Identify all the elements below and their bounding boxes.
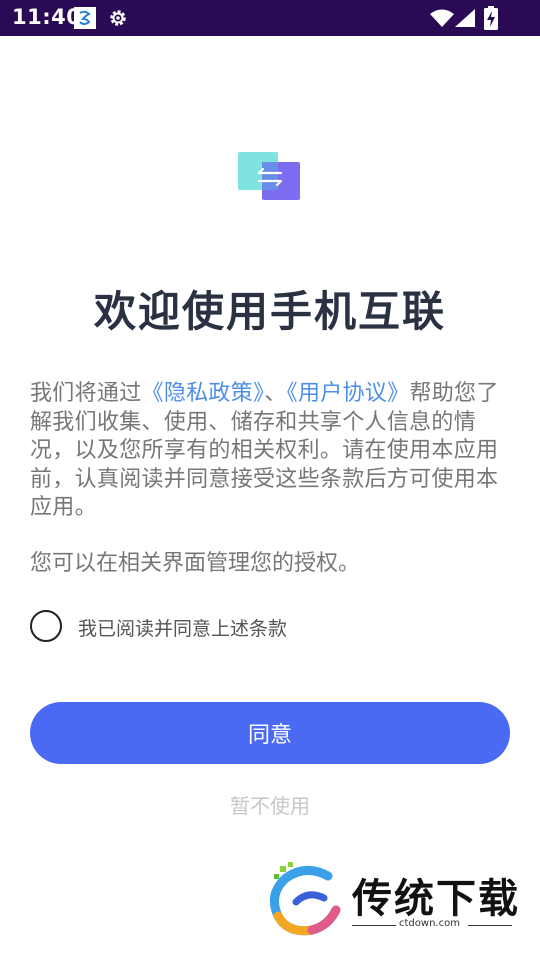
decline-button[interactable]: 暂不使用 bbox=[0, 790, 540, 819]
watermark-url: ctdown.com bbox=[399, 918, 460, 929]
intro-paragraph: 我们将通过《隐私政策》、《用户协议》帮助您了解我们收集、使用、储存和共享个人信息… bbox=[30, 380, 515, 523]
user-agreement-link[interactable]: 《用户协议》 bbox=[287, 381, 410, 406]
watermark-name: 传统下载 bbox=[352, 876, 520, 922]
manage-authorization-text: 您可以在相关界面管理您的授权。 bbox=[30, 551, 361, 576]
notification-app-icon bbox=[74, 7, 96, 29]
intro-text-start: 我们将通过 bbox=[30, 381, 142, 406]
intro-separator: 、 bbox=[264, 381, 287, 406]
app-logo-icon bbox=[238, 152, 302, 202]
privacy-policy-link[interactable]: 《隐私政策》 bbox=[142, 381, 265, 406]
consent-checkbox[interactable] bbox=[30, 610, 62, 642]
page-title: 欢迎使用手机互联 bbox=[93, 287, 446, 336]
consent-label: 我已阅读并同意上述条款 bbox=[78, 618, 288, 640]
agree-button[interactable]: 同意 bbox=[30, 702, 510, 764]
watermark-logo-icon bbox=[266, 862, 346, 938]
status-bar: 11:40 bbox=[0, 0, 540, 36]
watermark-divider-right bbox=[468, 925, 512, 926]
gear-icon bbox=[108, 8, 128, 28]
consent-row[interactable]: 我已阅读并同意上述条款 bbox=[30, 610, 430, 642]
status-time: 11:40 bbox=[12, 5, 82, 29]
wifi-icon bbox=[430, 9, 454, 27]
battery-charging-icon bbox=[484, 6, 498, 30]
watermark-divider-left bbox=[352, 925, 396, 926]
cell-signal-icon bbox=[455, 9, 475, 27]
watermark: 传统下载 ctdown.com bbox=[266, 862, 526, 938]
